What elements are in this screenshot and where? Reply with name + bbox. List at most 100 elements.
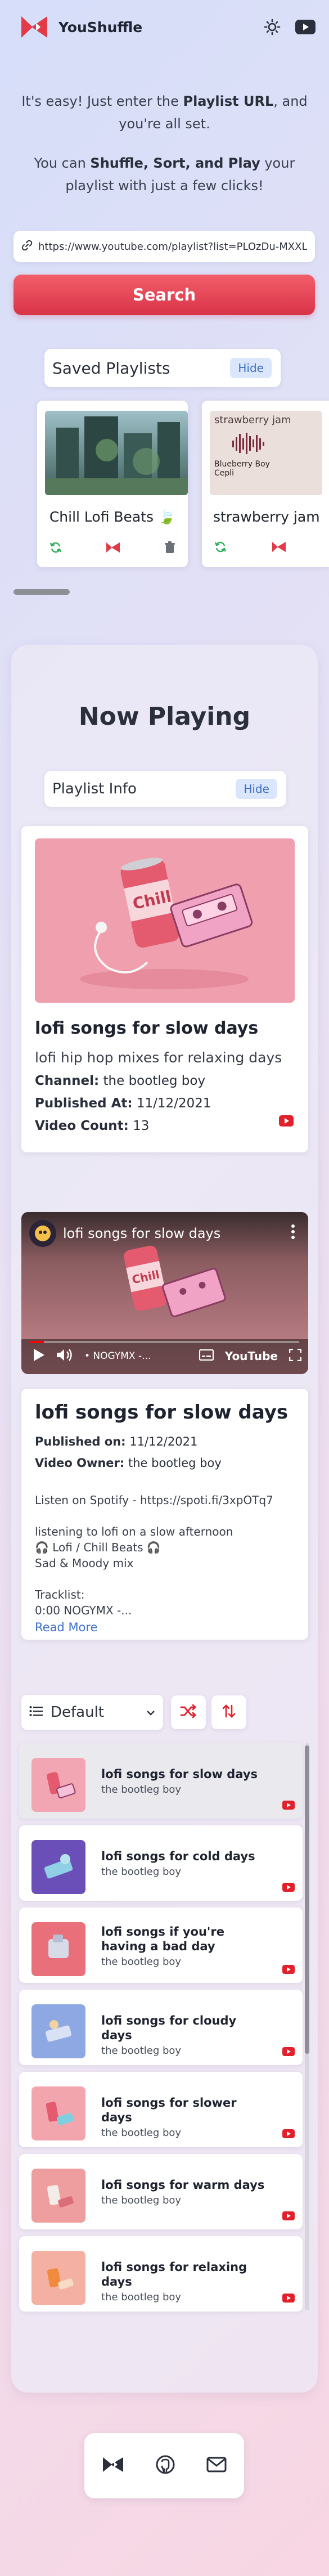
- read-more-link[interactable]: Read More: [35, 1621, 295, 1634]
- playlist-info-header: Playlist Info Hide: [44, 771, 286, 807]
- video-details-card: lofi songs for slow days Published on: 1…: [21, 1389, 308, 1640]
- intro-line1-bold: Playlist URL: [183, 93, 274, 109]
- search-button[interactable]: Search: [13, 275, 315, 315]
- saved-playlist-card[interactable]: strawberry jam Blueberry Boy Cepli straw…: [202, 401, 329, 567]
- playlist-item[interactable]: lofi songs for cold days the bootleg boy: [19, 1825, 303, 1901]
- open-on-youtube-icon[interactable]: [282, 2129, 295, 2140]
- theme-toggle-sun-icon[interactable]: [264, 19, 281, 35]
- item-owner: the bootleg boy: [101, 1956, 182, 1968]
- youshuffle-logo-icon[interactable]: [102, 2456, 124, 2476]
- open-on-youtube-icon[interactable]: [282, 1965, 295, 1976]
- playlist-item[interactable]: lofi songs for relaxing days the bootleg …: [19, 2236, 303, 2312]
- item-title-text: lofi songs for slower days: [101, 2096, 237, 2124]
- item-title-text: lofi songs if you're having a bad day: [101, 1925, 224, 1953]
- playlist-item[interactable]: lofi songs if you're having a bad day the…: [19, 1908, 303, 1983]
- video-published-value: 11/12/2021: [129, 1435, 198, 1448]
- footer-bar: [84, 2433, 244, 2498]
- playlist-url-input[interactable]: [38, 240, 307, 253]
- saved-playlist-title: strawberry jam: [213, 509, 320, 525]
- item-owner: the bootleg boy: [101, 2291, 182, 2303]
- item-thumbnail: [31, 2086, 85, 2140]
- open-on-youtube-icon[interactable]: [282, 1801, 295, 1812]
- playlist-artwork: Chill: [35, 838, 295, 1003]
- playlist-info-hide-button[interactable]: Hide: [236, 779, 277, 799]
- item-thumbnail: [31, 1758, 85, 1812]
- playlist-item[interactable]: lofi songs for cloudy days the bootleg bo…: [19, 1990, 303, 2065]
- saved-playlists-heading: Saved Playlists: [52, 358, 170, 378]
- published-value: 11/12/2021: [136, 1096, 211, 1111]
- intro-text: It's easy! Just enter the Playlist URL, …: [17, 90, 312, 197]
- open-on-youtube-icon[interactable]: [279, 1115, 294, 1129]
- video-more-options-icon[interactable]: [291, 1224, 295, 1241]
- count-label: Video Count:: [35, 1119, 129, 1133]
- open-on-youtube-icon[interactable]: [282, 2211, 295, 2223]
- playlist-published: Published At: 11/12/2021: [35, 1096, 295, 1111]
- youshuffle-logo-icon[interactable]: [19, 12, 51, 42]
- video-player[interactable]: Chill lofi songs for slow days • NOGYMX …: [21, 1212, 308, 1374]
- volume-icon[interactable]: [56, 1348, 73, 1364]
- saved-playlist-thumbnail: [45, 411, 188, 495]
- link-icon: [21, 240, 33, 253]
- saved-playlist-card[interactable]: Chill Lofi Beats 🍃: [37, 401, 188, 567]
- playlist-item[interactable]: lofi songs for slow days the bootleg boy: [19, 1743, 303, 1819]
- playlist-description: lofi hip hop mixes for relaxing days: [35, 1049, 282, 1066]
- list-scrollbar-thumb[interactable]: [305, 1745, 309, 2054]
- item-title-text: lofi songs for relaxing days: [101, 2260, 247, 2288]
- item-owner: the bootleg boy: [101, 2045, 182, 2057]
- video-channel-tag: • NOGYMX -...: [84, 1350, 151, 1362]
- saved-thumb-caption-sub: Cepli: [214, 469, 235, 478]
- sort-select[interactable]: Default: [21, 1695, 163, 1730]
- brand-name: YouShuffle: [58, 19, 143, 35]
- item-title: lofi songs for cloudy days the bootleg bo…: [101, 2013, 270, 2058]
- channel-value: the bootleg boy: [103, 1074, 206, 1088]
- item-title-text: lofi songs for slow days: [101, 1767, 258, 1781]
- count-value: 13: [133, 1119, 150, 1133]
- refresh-icon[interactable]: [214, 541, 227, 555]
- open-on-youtube-icon[interactable]: [282, 2047, 295, 2058]
- item-owner: the bootleg boy: [101, 1784, 182, 1796]
- fullscreen-icon[interactable]: [289, 1348, 302, 1363]
- item-title-text: lofi songs for cloudy days: [101, 2014, 237, 2042]
- delete-icon[interactable]: [164, 541, 175, 556]
- saved-thumb-heading: strawberry jam: [214, 414, 291, 426]
- youtube-wordmark[interactable]: YouTube: [225, 1349, 278, 1363]
- play-icon[interactable]: [33, 1348, 45, 1364]
- item-owner: the bootleg boy: [101, 2194, 182, 2206]
- playlist-video-count: Video Count: 13: [35, 1119, 295, 1133]
- playlist-info-card: Chill lofi songs for slow days lofi hip …: [21, 826, 308, 1152]
- open-on-youtube-icon[interactable]: [282, 2294, 295, 2305]
- sort-order-button[interactable]: [211, 1695, 246, 1729]
- video-title-overlay[interactable]: lofi songs for slow days: [63, 1226, 220, 1241]
- item-thumbnail: [31, 1922, 85, 1976]
- saved-playlists-scrollbar[interactable]: [13, 589, 70, 595]
- captions-icon[interactable]: [199, 1349, 214, 1363]
- saved-hide-button[interactable]: Hide: [230, 358, 272, 378]
- intro-line1-pre: It's easy! Just enter the: [21, 93, 183, 109]
- playlist-item[interactable]: lofi songs for warm days the bootleg boy: [19, 2154, 303, 2229]
- intro-line2-bold: Shuffle, Sort, and Play: [90, 155, 260, 171]
- refresh-icon[interactable]: [49, 541, 62, 556]
- shuffle-logo-icon[interactable]: [272, 541, 286, 555]
- playlist-items-list: lofi songs for slow days the bootleg boy …: [19, 1743, 309, 2313]
- playlist-url-field[interactable]: [13, 231, 315, 262]
- shuffle-button[interactable]: [171, 1695, 206, 1729]
- playlist-item[interactable]: lofi songs for slower days the bootleg bo…: [19, 2072, 303, 2147]
- item-owner: the bootleg boy: [101, 1866, 182, 1878]
- video-published: Published on: 11/12/2021: [35, 1435, 295, 1448]
- shuffle-logo-icon[interactable]: [106, 541, 120, 556]
- channel-avatar[interactable]: [29, 1220, 56, 1247]
- github-icon[interactable]: [156, 2455, 175, 2476]
- item-thumbnail: [31, 1840, 85, 1894]
- saved-playlist-thumbnail: strawberry jam Blueberry Boy Cepli: [210, 411, 322, 495]
- item-title: lofi songs if you're having a bad day the…: [101, 1924, 270, 1969]
- saved-thumb-caption-artist: Blueberry Boy: [214, 460, 270, 469]
- youtube-link-icon[interactable]: [295, 20, 316, 34]
- video-owner-value: the bootleg boy: [128, 1456, 222, 1470]
- sort-arrows-icon: [222, 1704, 236, 1721]
- open-on-youtube-icon[interactable]: [282, 1883, 295, 1894]
- published-label: Published At:: [35, 1096, 133, 1111]
- mail-icon[interactable]: [206, 2457, 227, 2475]
- waveform-graphic: [232, 433, 264, 454]
- saved-playlists-header: Saved Playlists Hide: [44, 349, 281, 387]
- list-icon: [29, 1706, 43, 1719]
